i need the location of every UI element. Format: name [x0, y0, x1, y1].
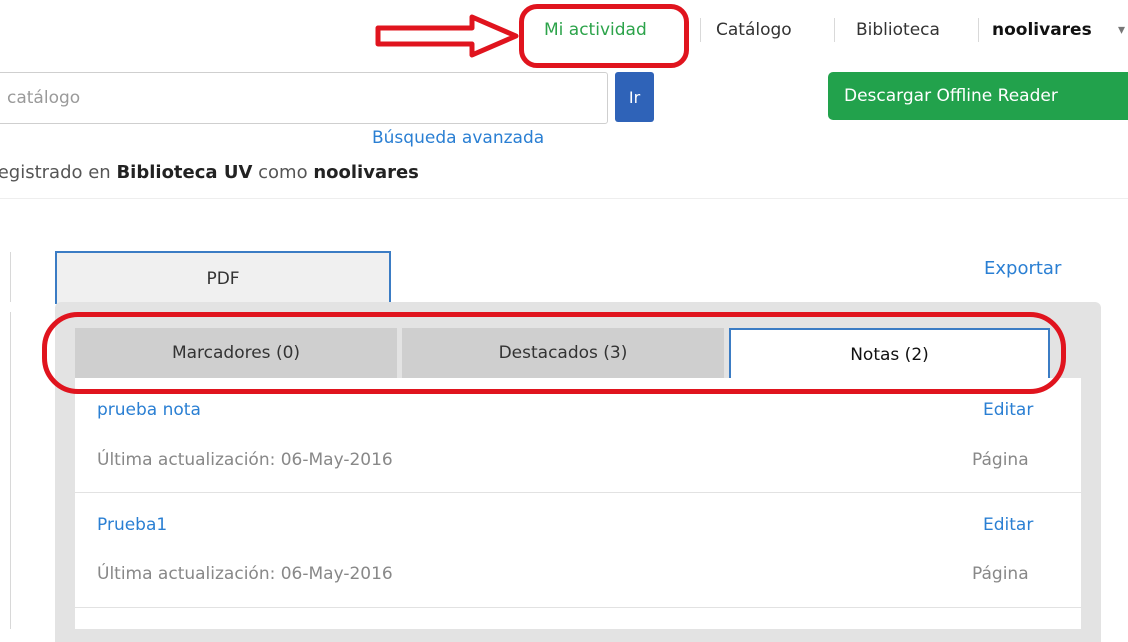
note-divider [75, 607, 1081, 608]
left-panel-edge [10, 252, 11, 302]
registration-library: Biblioteca UV [116, 162, 253, 183]
divider [0, 198, 1128, 199]
advanced-search-link[interactable]: Búsqueda avanzada [372, 128, 544, 148]
nav-library[interactable]: Biblioteca [856, 20, 940, 40]
nav-catalog[interactable]: Catálogo [716, 20, 792, 40]
note-edit-button[interactable]: Editar [983, 400, 1033, 420]
registration-middle: como [258, 162, 308, 183]
download-offline-reader-button[interactable]: Descargar Offline Reader [828, 72, 1128, 120]
tab-pdf-label: PDF [206, 268, 240, 289]
registration-info: Registrado en Biblioteca UV como nooliva… [0, 162, 419, 183]
note-page: Página [972, 564, 1029, 584]
notes-list [75, 378, 1081, 629]
note-title[interactable]: Prueba1 [97, 515, 167, 535]
chevron-down-icon[interactable]: ▾ [1118, 22, 1125, 38]
export-link[interactable]: Exportar [984, 258, 1061, 279]
annotation-highlight [42, 312, 1066, 394]
note-last-updated: Última actualización: 06-May-2016 [97, 450, 393, 470]
note-edit-button[interactable]: Editar [983, 515, 1033, 535]
note-divider [75, 492, 1081, 493]
left-panel-edge [10, 312, 11, 629]
nav-separator [700, 18, 701, 42]
annotation-highlight [519, 4, 689, 68]
tab-pdf[interactable]: PDF [55, 251, 391, 304]
nav-separator [978, 18, 979, 42]
annotation-arrow-icon [375, 14, 519, 58]
registration-prefix: Registrado en [0, 162, 111, 183]
note-title[interactable]: prueba nota [97, 400, 201, 420]
search-go-button[interactable]: Ir [615, 72, 654, 122]
note-page: Página [972, 450, 1029, 470]
user-menu[interactable]: noolivares [992, 20, 1092, 40]
registration-user: noolivares [313, 162, 419, 183]
note-last-updated: Última actualización: 06-May-2016 [97, 564, 393, 584]
nav-separator [834, 18, 835, 42]
search-input[interactable] [0, 72, 608, 124]
